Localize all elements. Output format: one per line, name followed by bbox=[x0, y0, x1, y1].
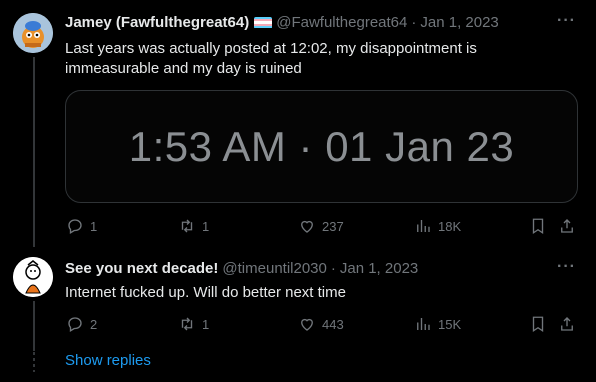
analytics-icon bbox=[417, 318, 430, 330]
bookmark-button[interactable] bbox=[529, 217, 547, 235]
retweet-button[interactable]: 1 bbox=[178, 217, 209, 235]
thread-dotted-line bbox=[33, 352, 35, 372]
reply-icon bbox=[68, 219, 82, 234]
retweet-icon bbox=[181, 219, 193, 233]
tweet[interactable]: Jamey (Fawfulthegreat64) @Fawfulthegreat… bbox=[0, 0, 596, 247]
bookmark-button[interactable] bbox=[529, 315, 547, 333]
avatar[interactable] bbox=[13, 257, 53, 297]
view-count: 15K bbox=[438, 316, 462, 332]
reply-button[interactable]: 1 bbox=[66, 217, 97, 235]
tweet-header: See you next decade! @timeuntil2030 · Ja… bbox=[65, 260, 418, 277]
reply-count: 1 bbox=[90, 218, 98, 234]
bookmark-icon bbox=[532, 316, 544, 333]
display-name[interactable]: Jamey (Fawfulthegreat64) bbox=[65, 14, 249, 31]
like-count: 443 bbox=[322, 316, 344, 332]
separator-dot: · bbox=[411, 14, 417, 31]
analytics-icon bbox=[417, 220, 430, 232]
like-button[interactable]: 443 bbox=[298, 315, 344, 333]
tweet-text: Last years was actually posted at 12:02,… bbox=[65, 40, 477, 77]
retweet-button[interactable]: 1 bbox=[178, 315, 209, 333]
trans-flag-icon bbox=[254, 16, 273, 29]
action-bar: 1 1 237 18K bbox=[62, 217, 582, 237]
tweet-header: Jamey (Fawfulthegreat64) @Fawfulthegreat… bbox=[65, 14, 499, 31]
timestamp[interactable]: Jan 1, 2023 bbox=[340, 260, 418, 277]
heart-icon bbox=[301, 318, 313, 331]
heart-icon bbox=[301, 220, 313, 233]
share-icon bbox=[561, 219, 573, 233]
thread-line bbox=[33, 301, 35, 351]
more-options-icon[interactable]: ··· bbox=[557, 258, 576, 276]
avatar-image-icon bbox=[13, 257, 53, 297]
handle[interactable]: @timeuntil2030 bbox=[222, 260, 326, 277]
retweet-icon bbox=[181, 317, 193, 331]
retweet-count: 1 bbox=[202, 316, 210, 332]
share-button[interactable] bbox=[558, 217, 576, 235]
tweet-text: Internet fucked up. Will do better next … bbox=[65, 284, 346, 301]
more-options-icon[interactable]: ··· bbox=[557, 12, 576, 30]
separator-dot: · bbox=[330, 260, 336, 277]
handle[interactable]: @Fawfulthegreat64 bbox=[276, 14, 407, 31]
bookmark-icon bbox=[532, 218, 544, 235]
tweet[interactable]: See you next decade! @timeuntil2030 · Ja… bbox=[0, 245, 596, 351]
thread-line bbox=[33, 57, 35, 247]
like-button[interactable]: 237 bbox=[298, 217, 344, 235]
media-clock-text: 1:53 AM · 01 Jan 23 bbox=[128, 122, 515, 170]
retweet-count: 1 bbox=[202, 218, 210, 234]
avatar[interactable] bbox=[13, 13, 53, 53]
show-replies-link[interactable]: Show replies bbox=[65, 352, 151, 369]
views-button[interactable]: 18K bbox=[414, 217, 461, 235]
like-count: 237 bbox=[322, 218, 344, 234]
avatar-image-icon bbox=[13, 13, 53, 53]
share-button[interactable] bbox=[558, 315, 576, 333]
reply-count: 2 bbox=[90, 316, 98, 332]
reply-icon bbox=[68, 317, 82, 332]
share-icon bbox=[561, 317, 573, 331]
action-bar: 2 1 443 15K bbox=[62, 315, 582, 335]
view-count: 18K bbox=[438, 218, 462, 234]
tweet-media[interactable]: 1:53 AM · 01 Jan 23 bbox=[65, 90, 578, 203]
views-button[interactable]: 15K bbox=[414, 315, 461, 333]
reply-button[interactable]: 2 bbox=[66, 315, 97, 333]
timestamp[interactable]: Jan 1, 2023 bbox=[420, 14, 498, 31]
display-name[interactable]: See you next decade! bbox=[65, 260, 218, 277]
